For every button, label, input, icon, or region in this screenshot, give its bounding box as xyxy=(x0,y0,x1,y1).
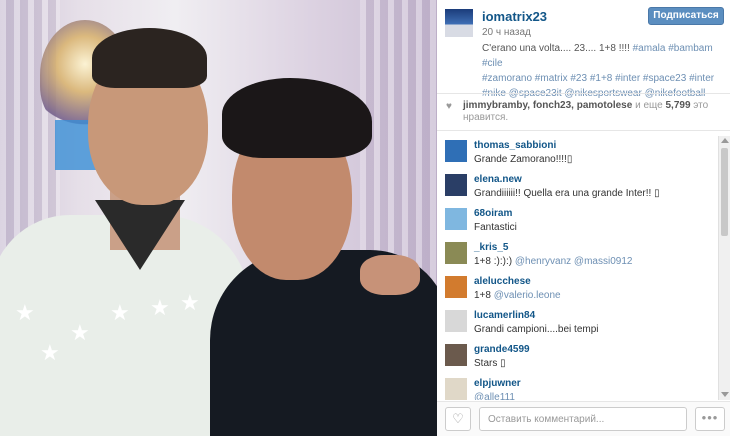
comment-text: 1+8 :):):) @henryvanz @massi0912 xyxy=(474,256,633,267)
likes-count[interactable]: 5,799 xyxy=(665,100,690,111)
heart-icon: ♥ xyxy=(446,101,452,112)
comment-username[interactable]: lucamerlin84 xyxy=(474,310,535,321)
avatar[interactable] xyxy=(445,174,467,196)
list-item: alelucchese 1+8 @valerio.leone xyxy=(445,274,715,308)
mention-link[interactable]: @henryvanz @massi0912 xyxy=(515,256,633,267)
avatar[interactable] xyxy=(445,310,467,332)
post-side-panel: iomatrix23 20 ч назад Подписаться C'eran… xyxy=(437,0,730,436)
likers-list[interactable]: jimmybramby, fonch23, pamotolese xyxy=(463,100,632,111)
comment-text: Grandi campioni....bei tempi xyxy=(474,324,599,335)
comment-text: Grande Zamorano!!!!▯ xyxy=(474,154,573,165)
post-time[interactable]: 20 ч назад xyxy=(482,27,531,38)
more-options-button[interactable]: ••• xyxy=(695,407,725,431)
comment-text: @alle111 xyxy=(474,392,515,400)
likes-summary: ♥ jimmybramby, fonch23, pamotolese и еще… xyxy=(437,93,730,131)
comment-username[interactable]: alelucchese xyxy=(474,276,531,287)
comments-list: thomas_sabbioni Grande Zamorano!!!!▯ ele… xyxy=(437,136,717,400)
comment-username[interactable]: thomas_sabbioni xyxy=(474,140,556,151)
likes-middle: и еще xyxy=(632,100,666,111)
list-item: _kris_5 1+8 :):):) @henryvanz @massi0912 xyxy=(445,240,715,274)
comment-text: Stars ▯ xyxy=(474,358,506,369)
list-item: thomas_sabbioni Grande Zamorano!!!!▯ xyxy=(445,138,715,172)
comment-username[interactable]: _kris_5 xyxy=(474,242,508,253)
list-item: elena.new Grandiiiiii!! Quella era una g… xyxy=(445,172,715,206)
list-item: lucamerlin84 Grandi campioni....bei temp… xyxy=(445,308,715,342)
avatar[interactable] xyxy=(445,140,467,162)
comment-username[interactable]: elena.new xyxy=(474,174,522,185)
mention-link[interactable]: @valerio.leone xyxy=(494,290,561,301)
avatar[interactable] xyxy=(445,344,467,366)
caption-text: C'erano una volta.... 23.... 1+8 !!!! xyxy=(482,43,630,54)
comment-text: Fantastici xyxy=(474,222,517,233)
comment-text: Grandiiiiii!! Quella era una grande Inte… xyxy=(474,188,660,199)
more-icon: ••• xyxy=(701,410,719,425)
comments-scrollbar[interactable] xyxy=(718,136,730,400)
follow-button[interactable]: Подписаться xyxy=(648,7,724,25)
list-item: 68oiram Fantastici xyxy=(445,206,715,240)
author-username[interactable]: iomatrix23 xyxy=(482,9,547,24)
list-item: grande4599 Stars ▯ xyxy=(445,342,715,376)
avatar[interactable] xyxy=(445,242,467,264)
comment-username[interactable]: elpjuwner xyxy=(474,378,521,389)
comment-input[interactable] xyxy=(479,407,687,431)
scroll-up-icon[interactable] xyxy=(721,138,729,143)
mention-link[interactable]: @alle111 xyxy=(474,392,515,400)
scrollbar-thumb[interactable] xyxy=(721,148,728,236)
avatar[interactable] xyxy=(445,378,467,400)
caption-tags[interactable]: #zamorano #matrix #23 #1+8 #inter #space… xyxy=(482,73,714,84)
post-photo: ★ ★ ★ ★ ★ ★ xyxy=(0,0,437,436)
comment-footer: ♡ ••• xyxy=(437,401,730,436)
post-caption: C'erano una volta.... 23.... 1+8 !!!! #a… xyxy=(482,41,726,101)
author-avatar[interactable] xyxy=(445,9,473,37)
comment-username[interactable]: grande4599 xyxy=(474,344,530,355)
heart-icon: ♡ xyxy=(452,411,464,426)
like-button[interactable]: ♡ xyxy=(445,407,471,431)
avatar[interactable] xyxy=(445,208,467,230)
avatar[interactable] xyxy=(445,276,467,298)
post-header: iomatrix23 20 ч назад Подписаться C'eran… xyxy=(437,0,730,99)
scroll-down-icon[interactable] xyxy=(721,392,729,397)
list-item: elpjuwner @alle111 xyxy=(445,376,715,400)
comment-text: 1+8 @valerio.leone xyxy=(474,290,561,301)
comment-username[interactable]: 68oiram xyxy=(474,208,512,219)
